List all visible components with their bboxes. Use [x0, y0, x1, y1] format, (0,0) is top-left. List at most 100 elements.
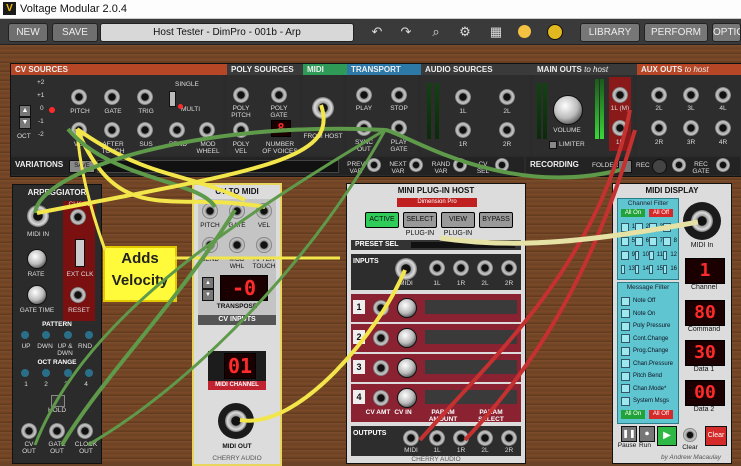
message-filter-item[interactable]: Note On — [621, 308, 677, 321]
channel-checkbox[interactable] — [649, 264, 654, 274]
host-in-2r-jack[interactable] — [501, 260, 517, 276]
message-filter-item[interactable]: Prog.Change — [621, 345, 677, 358]
pattern-updwn-led[interactable] — [63, 331, 72, 339]
channel-all-on-button[interactable]: All On — [621, 209, 645, 217]
vel-jack[interactable] — [71, 122, 87, 138]
host-midi-in-jack[interactable] — [395, 258, 417, 280]
clk-in-jack[interactable] — [70, 209, 86, 225]
aux-3r-jack[interactable] — [683, 120, 699, 136]
rate-knob[interactable] — [27, 249, 47, 269]
message-checkbox[interactable] — [621, 396, 630, 406]
param-3-amount-knob[interactable] — [397, 358, 417, 378]
channel-checkbox[interactable] — [649, 250, 654, 260]
channel-16-toggle[interactable]: 16 — [663, 262, 677, 276]
bend-jack[interactable] — [169, 122, 185, 138]
single-multi-switch[interactable] — [169, 91, 176, 107]
midi-from-host-jack[interactable] — [312, 97, 334, 119]
preset-name[interactable]: Host Tester - DimPro - 001b - Arp — [100, 23, 354, 42]
message-checkbox[interactable] — [621, 321, 630, 331]
host-out-2l-jack[interactable] — [477, 430, 493, 446]
poly-pitch-jack[interactable] — [233, 87, 249, 103]
channel-checkbox[interactable] — [621, 264, 626, 274]
stop-jack[interactable] — [391, 87, 407, 103]
play-gate-jack[interactable] — [391, 120, 407, 136]
pattern-dwn-led[interactable] — [42, 331, 51, 339]
channel-checkbox[interactable] — [663, 222, 671, 232]
aftertouch-jack[interactable] — [104, 122, 120, 138]
channel-1-toggle[interactable]: 1 — [621, 220, 635, 234]
message-filter-item[interactable]: Cont.Change — [621, 333, 677, 346]
modwheel-jack[interactable] — [199, 122, 215, 138]
channel-5-toggle[interactable]: 5 — [621, 234, 635, 248]
select-plugin-button[interactable]: SELECT PLUG-IN — [403, 212, 437, 237]
host-out-2r-jack[interactable] — [501, 430, 517, 446]
oct-range-1-led[interactable] — [21, 369, 29, 377]
variations-slots[interactable] — [97, 160, 339, 173]
audio-2r-jack[interactable] — [499, 122, 515, 138]
cv-out-jack[interactable] — [21, 423, 37, 439]
display-midi-in-jack[interactable] — [691, 210, 713, 232]
rec-gate-jack[interactable] — [716, 158, 730, 172]
oct-range-2-led[interactable] — [42, 369, 51, 377]
aux-4r-jack[interactable] — [715, 120, 731, 136]
message-checkbox[interactable] — [621, 346, 630, 356]
pause-button[interactable]: ❚❚ — [621, 426, 637, 442]
message-checkbox[interactable] — [621, 334, 630, 344]
message-filter-item[interactable]: Poly Pressure — [621, 320, 677, 333]
aux-2r-jack[interactable] — [651, 120, 667, 136]
param-3-cv-in-jack[interactable] — [373, 360, 389, 376]
pattern-up-led[interactable] — [21, 331, 29, 339]
c2m-gate-jack[interactable] — [229, 203, 245, 219]
main-out-1l-jack[interactable] — [612, 87, 628, 103]
next-var-jack[interactable] — [409, 158, 423, 172]
channel-checkbox[interactable] — [649, 236, 657, 246]
library-button[interactable]: LIBRARY — [580, 23, 640, 42]
folder-icon[interactable] — [618, 160, 632, 173]
search-icon[interactable]: ⌕ — [428, 24, 444, 40]
c2m-modwhl-jack[interactable] — [229, 237, 245, 253]
param-1-cv-in-jack[interactable] — [373, 300, 389, 316]
gate-time-knob[interactable] — [27, 285, 47, 305]
param-4-cv-in-jack[interactable] — [373, 390, 389, 406]
param-4-select[interactable] — [425, 390, 517, 404]
c2m-vel-jack[interactable] — [256, 203, 272, 219]
channel-checkbox[interactable] — [621, 222, 629, 232]
channel-2-toggle[interactable]: 2 — [635, 220, 649, 234]
poly-gate-jack[interactable] — [271, 87, 287, 103]
poly-vel-jack[interactable] — [233, 122, 249, 138]
save-button[interactable]: SAVE — [52, 23, 98, 42]
sus-jack[interactable] — [137, 122, 153, 138]
transpose-down-button[interactable]: ▼ — [202, 289, 214, 301]
message-filter-item[interactable]: Note Off — [621, 295, 677, 308]
message-filter-item[interactable]: Chan.Pressure — [621, 358, 677, 371]
cv-sel-jack[interactable] — [495, 158, 509, 172]
redo-icon[interactable]: ↷ — [398, 24, 414, 40]
param-1-select[interactable] — [425, 300, 517, 314]
rec-button[interactable] — [652, 159, 667, 174]
param-2-cv-in-jack[interactable] — [373, 330, 389, 346]
rec-jack[interactable] — [672, 158, 686, 172]
audio-2l-jack[interactable] — [499, 89, 515, 105]
host-out-1r-jack[interactable] — [453, 430, 469, 446]
options-button[interactable]: OPTIONS — [712, 23, 741, 42]
play-jack[interactable] — [356, 87, 372, 103]
channel-checkbox[interactable] — [621, 250, 629, 260]
host-out-1l-jack[interactable] — [429, 430, 445, 446]
channel-9-toggle[interactable]: 9 — [621, 248, 635, 262]
channel-14-toggle[interactable]: 14 — [635, 262, 649, 276]
gate-out-jack[interactable] — [49, 423, 65, 439]
message-checkbox[interactable] — [621, 384, 630, 394]
message-all-on-button[interactable]: All On — [621, 410, 645, 419]
sync-out-jack[interactable] — [356, 120, 372, 136]
pitch-jack[interactable] — [71, 89, 87, 105]
channel-12-toggle[interactable]: 12 — [663, 248, 677, 262]
param-1-amount-knob[interactable] — [397, 298, 417, 318]
param-3-select[interactable] — [425, 360, 517, 374]
rand-var-jack[interactable] — [453, 158, 467, 172]
transpose-up-button[interactable]: ▲ — [202, 277, 214, 289]
message-all-off-button[interactable]: All Off — [649, 410, 673, 419]
channel-checkbox[interactable] — [635, 264, 640, 274]
message-checkbox[interactable] — [621, 371, 630, 381]
run-button[interactable]: ⏺ — [639, 426, 655, 442]
volume-knob[interactable] — [553, 95, 583, 125]
